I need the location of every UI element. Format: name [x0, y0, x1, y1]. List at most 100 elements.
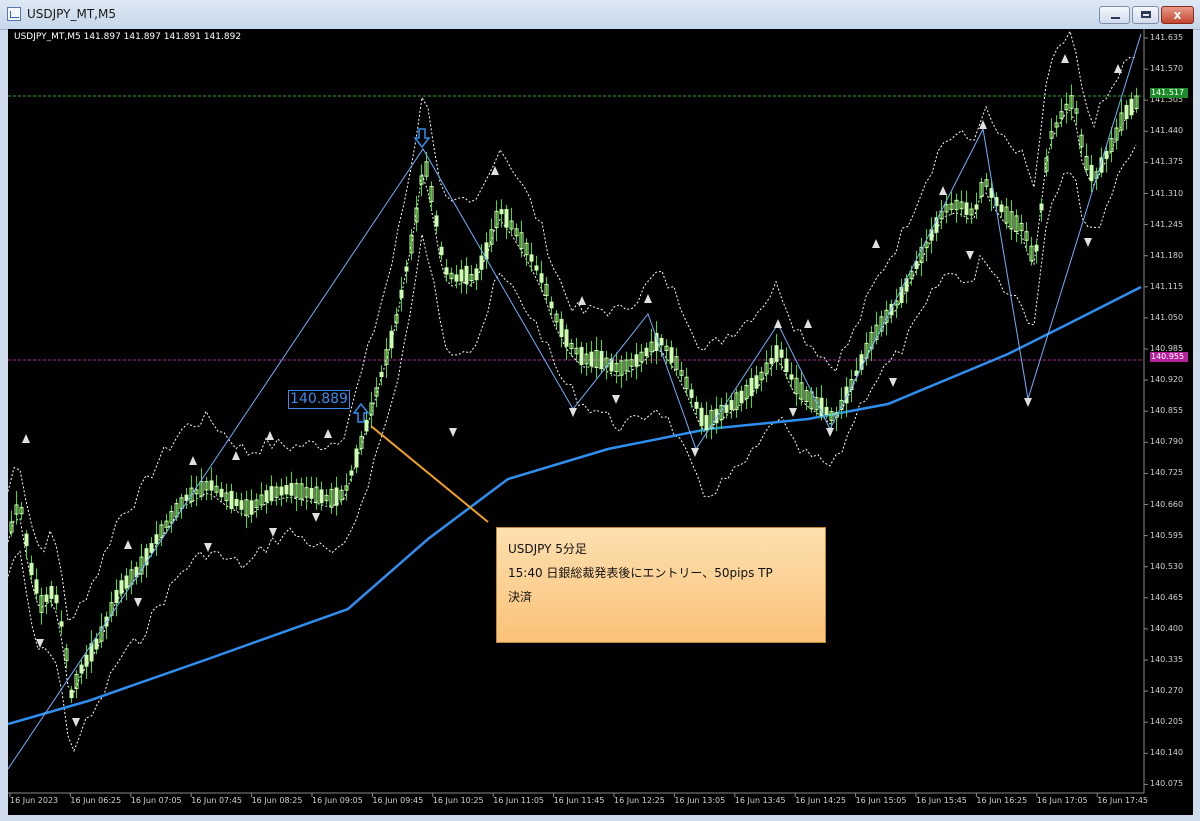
time-axis-tick: 16 Jun 09:05 [312, 796, 363, 805]
candlestick [1039, 203, 1044, 211]
candlestick [914, 261, 919, 269]
candlestick [774, 345, 779, 362]
candlestick [549, 301, 554, 309]
candlestick [474, 268, 479, 281]
candlestick [694, 401, 699, 409]
chart-canvas[interactable] [8, 29, 1193, 815]
annotation-leader-line [370, 425, 489, 523]
close-button[interactable]: x [1161, 6, 1194, 24]
price-axis-tick: 140.205 [1150, 717, 1184, 727]
fractal-arrow-icon [134, 598, 142, 607]
candlestick [334, 487, 339, 506]
minimize-button[interactable] [1099, 6, 1130, 24]
candlestick [634, 354, 639, 367]
time-axis-tick: 16 Jun 17:05 [1036, 796, 1088, 805]
fractal-arrow-icon [826, 428, 834, 437]
candlestick [279, 486, 284, 496]
price-axis-tick: 140.595 [1150, 530, 1184, 540]
window-titlebar[interactable]: USDJPY_MT,M5 x [0, 0, 1200, 30]
candlestick [219, 488, 224, 498]
candlestick [79, 664, 84, 674]
candlestick [84, 654, 89, 667]
price-axis-tick: 140.270 [1150, 686, 1184, 696]
candlestick [44, 594, 49, 602]
candlestick [154, 534, 159, 545]
time-axis-tick: 16 Jun 09:45 [372, 796, 424, 805]
horizontal-line-tag: 140.955 [1150, 352, 1188, 362]
time-axis-tick: 16 Jun 07:05 [130, 796, 182, 805]
candlestick [974, 204, 979, 210]
fractal-arrow-icon [449, 428, 457, 437]
price-axis-tick: 141.310 [1150, 188, 1184, 198]
candlestick [454, 274, 459, 282]
fractal-arrow-icon [939, 186, 947, 195]
price-axis-tick: 141.245 [1150, 219, 1184, 229]
price-axis-tick: 141.050 [1150, 312, 1184, 322]
candlestick [114, 589, 119, 604]
fractal-arrow-icon [204, 543, 212, 552]
chart-window-icon[interactable] [7, 7, 21, 21]
candlestick [769, 358, 774, 364]
candlestick [209, 480, 214, 491]
fractal-arrow-icon [789, 408, 797, 417]
candlestick [69, 689, 74, 699]
entry-price-label[interactable]: 140.889 [288, 390, 350, 409]
fractal-arrow-icon [266, 431, 274, 440]
time-axis-tick: 16 Jun 15:05 [855, 796, 907, 805]
zigzag-line [8, 33, 1142, 770]
candlestick [579, 347, 584, 365]
candlestick [1104, 150, 1109, 160]
candlestick [124, 575, 129, 589]
candlestick [564, 329, 569, 347]
fractal-arrow-icon [72, 718, 80, 727]
time-axis-tick: 16 Jun 13:05 [674, 796, 726, 805]
candlestick [149, 543, 154, 553]
candlestick [379, 371, 384, 378]
candlestick [229, 490, 234, 510]
time-axis-tick: 16 Jun 2023 [10, 796, 59, 805]
price-axis-tick: 141.570 [1150, 64, 1184, 74]
price-axis-tick: 140.140 [1150, 748, 1184, 758]
window-title: USDJPY_MT,M5 [27, 7, 116, 21]
price-axis-tick: 140.335 [1150, 655, 1184, 664]
candlestick [1129, 98, 1134, 116]
candlestick [704, 415, 709, 431]
fractal-arrow-icon [22, 434, 30, 443]
fractal-arrow-icon [1024, 398, 1032, 407]
candlestick [309, 488, 314, 499]
price-axis-tick: 141.115 [1150, 281, 1184, 291]
candlestick [699, 407, 704, 427]
lower-bollinger-band [8, 144, 1137, 753]
candlestick [534, 265, 539, 271]
candlestick [439, 246, 444, 256]
maximize-button[interactable] [1132, 6, 1159, 24]
time-axis-tick: 16 Jun 15:45 [916, 796, 967, 805]
fractal-arrow-icon [324, 429, 332, 438]
maximize-icon [1141, 11, 1151, 18]
fractal-arrow-icon [269, 528, 277, 537]
price-chart[interactable]: USDJPY_MT,M5 141.897 141.897 141.891 141… [8, 29, 1193, 815]
candlestick [94, 638, 99, 650]
time-axis-tick: 16 Jun 14:25 [795, 796, 847, 805]
annotation-textbox[interactable]: USDJPY 5分足 15:40 日銀総裁発表後にエントリー、50pips TP… [496, 527, 826, 643]
candlestick [264, 490, 269, 503]
candlestick [989, 188, 994, 198]
time-axis-tick: 16 Jun 07:45 [191, 796, 243, 805]
candlestick [659, 337, 664, 346]
price-axis-tick: 141.635 [1150, 33, 1184, 42]
candlestick [34, 579, 39, 594]
candlestick [119, 580, 124, 594]
time-axis-tick: 16 Jun 10:25 [432, 796, 484, 805]
candlestick [644, 347, 649, 357]
time-axis-tick: 16 Jun 12:25 [614, 796, 665, 805]
fractal-arrow-icon [1061, 54, 1069, 63]
fractal-arrow-icon [1084, 238, 1092, 247]
candlestick [364, 419, 369, 432]
candlestick [59, 621, 64, 627]
close-icon: x [1173, 8, 1182, 22]
candlestick [24, 533, 29, 547]
candlestick [444, 267, 449, 275]
candlestick [1034, 244, 1039, 252]
candlestick [464, 265, 469, 285]
candlestick [789, 374, 794, 380]
